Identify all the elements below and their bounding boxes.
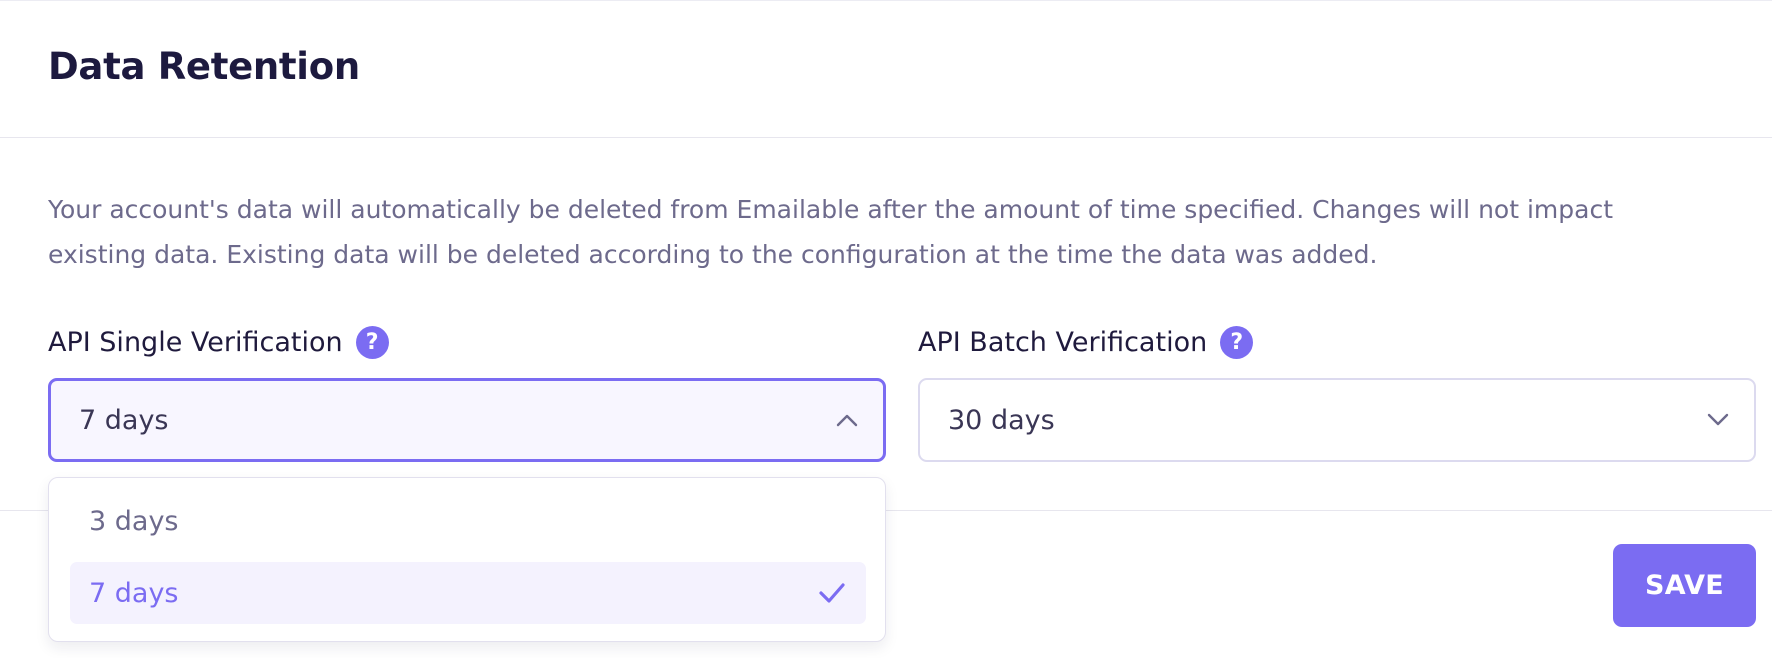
dropdown-option-3-days[interactable]: 3 days [70,490,866,552]
batch-verification-select[interactable]: 30 days [918,378,1756,462]
batch-verification-label: API Batch Verification ? [918,326,1254,359]
card-title: Data Retention [48,45,360,88]
single-verification-label-text: API Single Verification [48,327,343,358]
question-circle-icon[interactable]: ? [1220,326,1254,359]
batch-verification-label-text: API Batch Verification [918,327,1208,358]
question-circle-icon[interactable]: ? [355,326,389,359]
data-retention-card: Data Retention Your account's data will … [0,0,1772,658]
chevron-down-icon [1707,413,1729,426]
header-divider [0,137,1772,138]
save-button[interactable]: SAVE [1613,544,1756,627]
dropdown-option-7-days[interactable]: 7 days [70,562,866,624]
batch-verification-selected-value: 30 days [948,404,1055,436]
retention-description: Your account's data will automatically b… [48,195,1613,269]
single-verification-selected-value: 7 days [79,404,169,436]
checkmark-icon [819,583,845,603]
chevron-up-icon [836,414,858,427]
dropdown-option-label: 7 days [89,577,179,609]
single-verification-dropdown-menu: 3 days 7 days [48,477,886,642]
single-verification-label: API Single Verification ? [48,326,389,359]
single-verification-select[interactable]: 7 days [48,378,886,462]
dropdown-option-label: 3 days [89,505,179,537]
top-divider [0,0,1772,1]
